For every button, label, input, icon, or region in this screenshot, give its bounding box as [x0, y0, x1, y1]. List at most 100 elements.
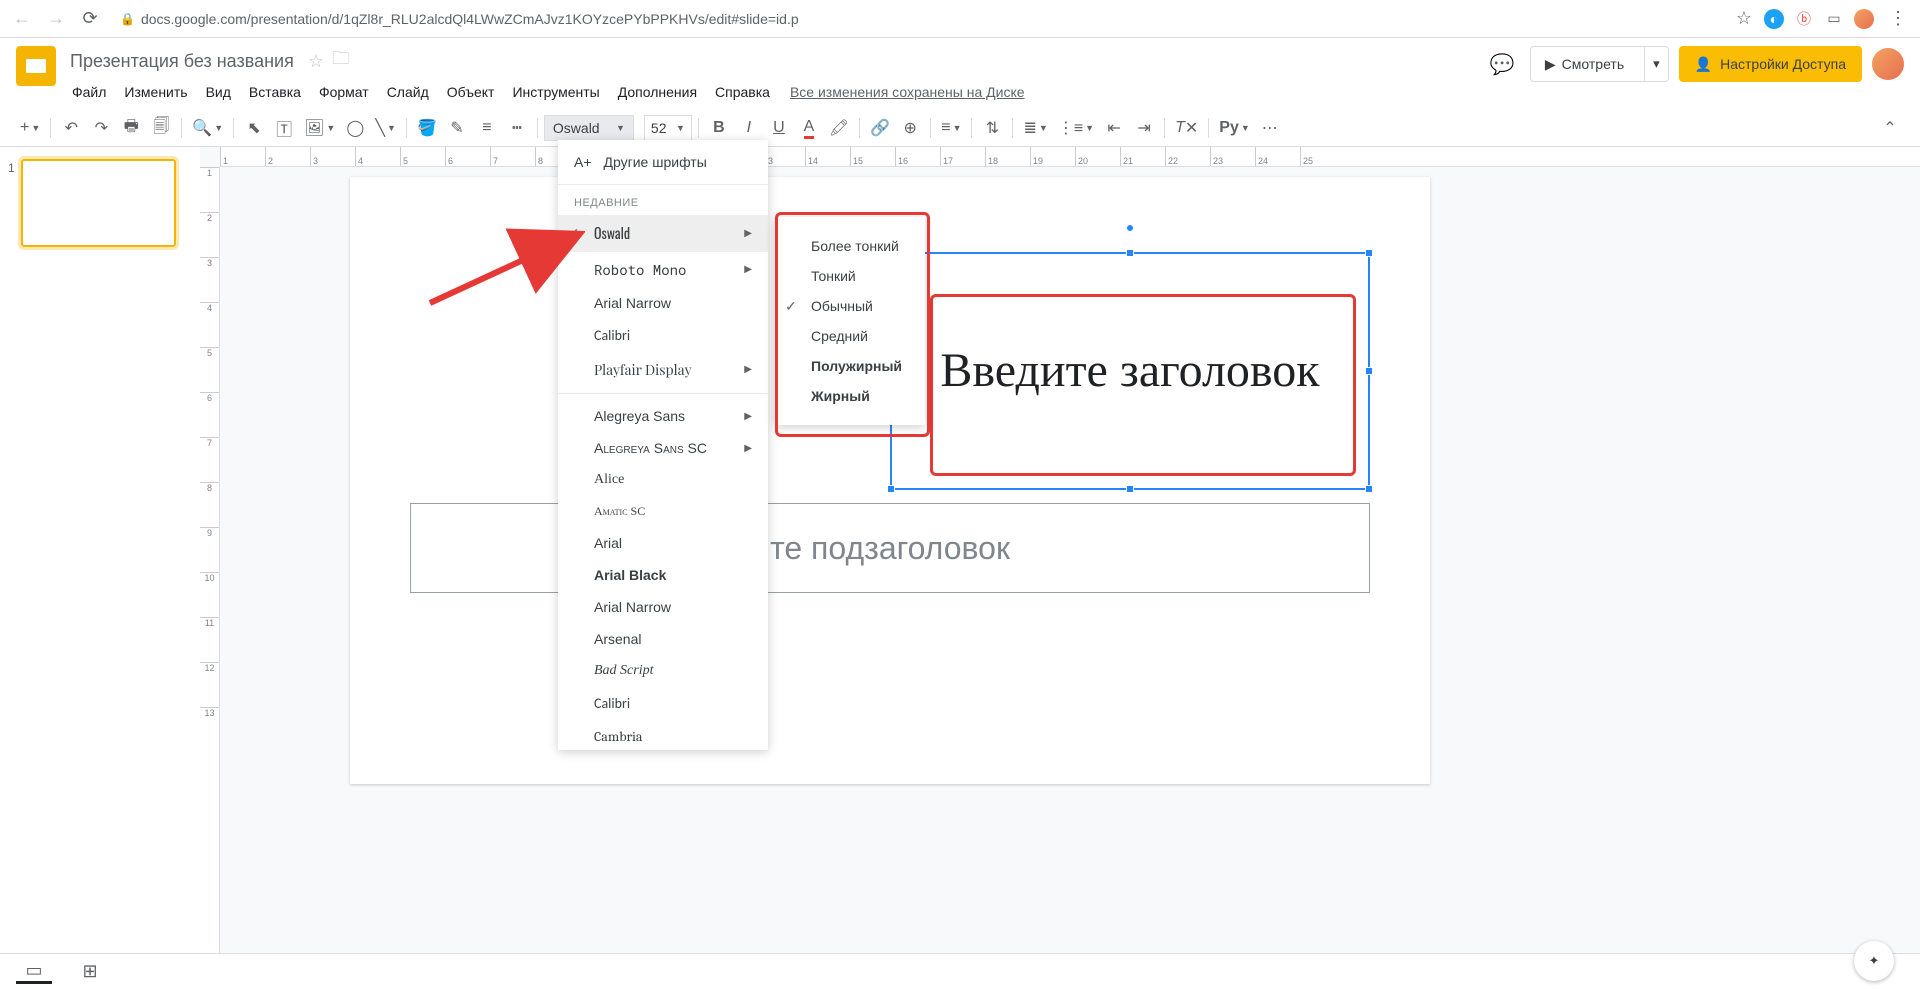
thumbnail-panel[interactable]: 1: [0, 147, 200, 976]
explore-button[interactable]: ✦: [1854, 941, 1894, 981]
textbox-tool[interactable]: 🅃: [270, 114, 298, 142]
font-family-menu[interactable]: A+ Другие шрифты НЕДАВНИЕ ✓Oswald▶Roboto…: [558, 140, 768, 750]
font-menu-item[interactable]: Cambria: [558, 720, 768, 750]
menu-item[interactable]: Дополнения: [610, 80, 705, 104]
font-menu-item[interactable]: ✓Oswald▶: [558, 215, 768, 252]
font-menu-item[interactable]: Arial Narrow: [558, 287, 768, 319]
url-bar[interactable]: 🔒 docs.google.com/presentation/d/1qZl8r_…: [110, 5, 1724, 33]
ext-icon-1[interactable]: ◐: [1764, 9, 1784, 29]
font-menu-item[interactable]: Calibri: [558, 687, 768, 720]
menu-item[interactable]: Справка: [707, 80, 778, 104]
slides-logo[interactable]: [16, 46, 56, 86]
font-menu-item[interactable]: Bad Script: [558, 655, 768, 687]
move-folder-icon[interactable]: 🗀: [332, 46, 350, 76]
forward-icon[interactable]: →: [42, 5, 70, 33]
undo-button[interactable]: ↶: [57, 114, 85, 142]
share-button[interactable]: 👤 Настройки Доступа: [1679, 46, 1862, 82]
text-color-button[interactable]: A: [795, 114, 823, 142]
bold-button[interactable]: B: [705, 114, 733, 142]
input-tools-button[interactable]: Ру▼: [1215, 114, 1254, 142]
font-menu-item[interactable]: Alegreya Sans SC▶: [558, 432, 768, 464]
present-dropdown[interactable]: ▾: [1644, 47, 1668, 81]
doc-title[interactable]: Презентация без названия: [64, 49, 300, 74]
select-tool[interactable]: ⬉: [240, 114, 268, 142]
subtitle-textbox[interactable]: те подзаголовок: [410, 503, 1370, 593]
fill-color-button[interactable]: 🪣: [413, 114, 441, 142]
numbered-list-button[interactable]: ≣▼: [1019, 114, 1051, 142]
menu-item[interactable]: Инструменты: [504, 80, 607, 104]
menu-item[interactable]: Вид: [198, 80, 239, 104]
indent-decrease-button[interactable]: ⇤: [1100, 114, 1128, 142]
font-family-select[interactable]: Oswald ▼: [544, 115, 634, 141]
redo-button[interactable]: ↷: [87, 114, 115, 142]
present-button[interactable]: ▶ Смотреть: [1531, 56, 1638, 73]
grid-view-button[interactable]: ⊞: [72, 960, 108, 984]
filmstrip-view-button[interactable]: ▭: [16, 960, 52, 984]
resize-handle[interactable]: [887, 485, 895, 493]
font-name-label: Bad Script: [594, 663, 654, 679]
resize-handle[interactable]: [1365, 249, 1373, 257]
italic-button[interactable]: I: [735, 114, 763, 142]
ext-icon-3[interactable]: ▭: [1824, 9, 1844, 29]
border-color-button[interactable]: ✎: [443, 114, 471, 142]
highlight-button[interactable]: 🖍: [825, 114, 853, 142]
new-slide-button[interactable]: +▼: [16, 114, 44, 142]
browser-menu-icon[interactable]: ⋮: [1884, 5, 1912, 33]
more-button[interactable]: ⋯: [1256, 114, 1284, 142]
ext-icon-2[interactable]: ⓑ: [1794, 9, 1814, 29]
menu-item[interactable]: Объект: [439, 80, 503, 104]
menu-item[interactable]: Формат: [311, 80, 377, 104]
star-icon[interactable]: ☆: [1730, 5, 1758, 33]
comments-button[interactable]: 💬: [1484, 46, 1520, 82]
font-menu-item[interactable]: Roboto Mono▶: [558, 252, 768, 287]
thumbnail-item[interactable]: 1: [8, 159, 192, 247]
resize-handle[interactable]: [1126, 485, 1134, 493]
font-menu-item[interactable]: Arsenal: [558, 623, 768, 655]
reload-icon[interactable]: ⟳: [76, 5, 104, 33]
thumbnail-preview[interactable]: [21, 159, 176, 247]
shape-tool[interactable]: ◯: [341, 114, 369, 142]
align-button[interactable]: ≡▼: [937, 114, 965, 142]
title-textbox[interactable]: Введите заголовок: [890, 252, 1370, 490]
font-size-select[interactable]: 52 ▼: [644, 115, 692, 141]
font-menu-item[interactable]: Calibri: [558, 319, 768, 352]
border-dash-button[interactable]: ┅: [503, 114, 531, 142]
more-fonts-item[interactable]: A+ Другие шрифты: [558, 146, 768, 178]
link-button[interactable]: 🔗: [866, 114, 894, 142]
menu-item[interactable]: Вставка: [241, 80, 309, 104]
browser-avatar[interactable]: [1854, 9, 1874, 29]
bulleted-list-button[interactable]: ⋮≡▼: [1054, 114, 1098, 142]
font-menu-item[interactable]: Amatic SC: [558, 496, 768, 527]
font-menu-item[interactable]: Alice: [558, 464, 768, 496]
font-name-label: Arial Black: [594, 567, 666, 583]
zoom-button[interactable]: 🔍▼: [188, 114, 227, 142]
menu-item[interactable]: Изменить: [116, 80, 195, 104]
indent-increase-button[interactable]: ⇥: [1130, 114, 1158, 142]
star-doc-icon[interactable]: ☆: [308, 51, 324, 72]
resize-handle[interactable]: [1365, 367, 1373, 375]
user-avatar[interactable]: [1872, 48, 1904, 80]
save-status[interactable]: Все изменения сохранены на Диске: [790, 84, 1025, 100]
comment-button[interactable]: ⊕: [896, 114, 924, 142]
font-menu-item[interactable]: Playfair Display▶: [558, 352, 768, 387]
paint-format-button[interactable]: 🗐: [147, 114, 175, 142]
menu-item[interactable]: Слайд: [379, 80, 437, 104]
image-tool[interactable]: 🖼▼: [300, 114, 339, 142]
resize-handle[interactable]: [1365, 485, 1373, 493]
font-menu-item[interactable]: Arial: [558, 527, 768, 559]
font-menu-item[interactable]: Alegreya Sans▶: [558, 400, 768, 432]
line-spacing-button[interactable]: ⇅: [978, 114, 1006, 142]
back-icon[interactable]: ←: [8, 5, 36, 33]
border-weight-button[interactable]: ≡: [473, 114, 501, 142]
collapse-toolbar-button[interactable]: ⌃: [1876, 114, 1904, 142]
line-tool[interactable]: ╲▼: [371, 114, 400, 142]
clear-formatting-button[interactable]: T✕: [1171, 114, 1202, 142]
menu-item[interactable]: Файл: [64, 80, 114, 104]
resize-handle[interactable]: [1126, 249, 1134, 257]
print-button[interactable]: 🖶: [117, 114, 145, 142]
subtitle-text[interactable]: те подзаголовок: [770, 530, 1010, 567]
font-menu-item[interactable]: Arial Narrow: [558, 591, 768, 623]
underline-button[interactable]: U: [765, 114, 793, 142]
font-menu-item[interactable]: Arial Black: [558, 559, 768, 591]
rotate-handle[interactable]: [1126, 224, 1134, 232]
